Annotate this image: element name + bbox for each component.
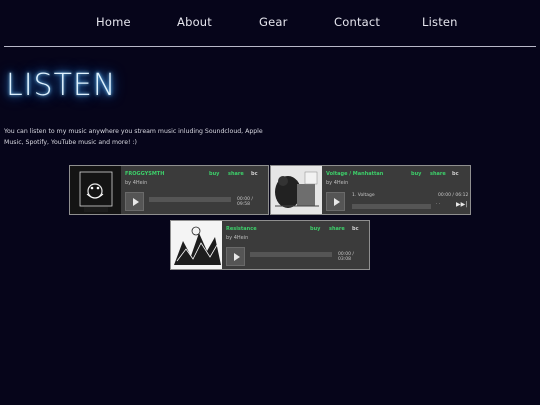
progress-track[interactable] [250, 252, 332, 257]
next-track-icon[interactable]: ▶▶| [456, 201, 467, 208]
share-link[interactable]: share [329, 226, 345, 232]
artist-name[interactable]: by 4Hein [125, 180, 147, 186]
progress-track[interactable] [352, 204, 431, 209]
buy-link[interactable]: buy [310, 226, 320, 232]
intro-text: You can listen to my music anywhere you … [4, 128, 263, 146]
bandcamp-logo-icon[interactable]: bc [251, 171, 258, 177]
time-display: 00:00 / 06:12 [438, 193, 469, 198]
share-link[interactable]: share [430, 171, 446, 177]
nav-gear-link[interactable]: Gear [259, 15, 288, 29]
nav-divider [4, 46, 536, 47]
artist-name[interactable]: by 4Hein [226, 235, 248, 241]
nav-contact-link[interactable]: Contact [334, 15, 380, 29]
album-art-voltage-manhattan[interactable] [271, 166, 322, 214]
album-art-froggysmth[interactable] [70, 166, 121, 214]
play-button[interactable] [125, 192, 144, 211]
bandcamp-player-froggysmth: FROGGYSMTH by 4Hein buy share bc 00:00 /… [69, 165, 269, 215]
top-nav: Home About Gear Contact Listen [0, 0, 540, 46]
artist-name[interactable]: by 4Hein [326, 180, 348, 186]
bandcamp-player-voltage-manhattan: Voltage / Manhattan by 4Hein buy share b… [270, 165, 471, 215]
buy-link[interactable]: buy [209, 171, 219, 177]
bandcamp-logo-text: bc [352, 226, 359, 232]
track-title[interactable]: FROGGYSMTH [125, 171, 164, 177]
progress-area: 00:00 / 03:08 [250, 247, 367, 266]
nav-about-link[interactable]: About [177, 15, 212, 29]
progress-track[interactable] [149, 197, 231, 202]
page-heading: LISTEN [6, 68, 117, 103]
progress-area: 00:00 / 09:58 [149, 192, 266, 211]
bandcamp-logo-icon[interactable]: bc [352, 226, 359, 232]
share-link[interactable]: share [228, 171, 244, 177]
bandcamp-logo-icon[interactable]: bc [452, 171, 459, 177]
play-button[interactable] [226, 247, 245, 266]
buy-link[interactable]: buy [411, 171, 421, 177]
volume-dots: · · [436, 202, 441, 207]
bandcamp-logo-text: bc [251, 171, 258, 177]
nav-home-link[interactable]: Home [96, 15, 131, 29]
time-display: 00:00 / 09:58 [237, 197, 253, 207]
nav-listen-link[interactable]: Listen [422, 15, 458, 29]
bandcamp-logo-text: bc [452, 171, 459, 177]
play-button[interactable] [326, 192, 345, 211]
time-display: 00:00 / 03:08 [338, 252, 354, 262]
bandcamp-player-resistance: Resistance by 4Hein buy share bc 00:00 /… [170, 220, 370, 270]
album-art-resistance[interactable] [171, 221, 222, 269]
track-title[interactable]: Resistance [226, 226, 257, 232]
current-track-label: 1. Voltage [352, 193, 375, 198]
track-title[interactable]: Voltage / Manhattan [326, 171, 383, 177]
